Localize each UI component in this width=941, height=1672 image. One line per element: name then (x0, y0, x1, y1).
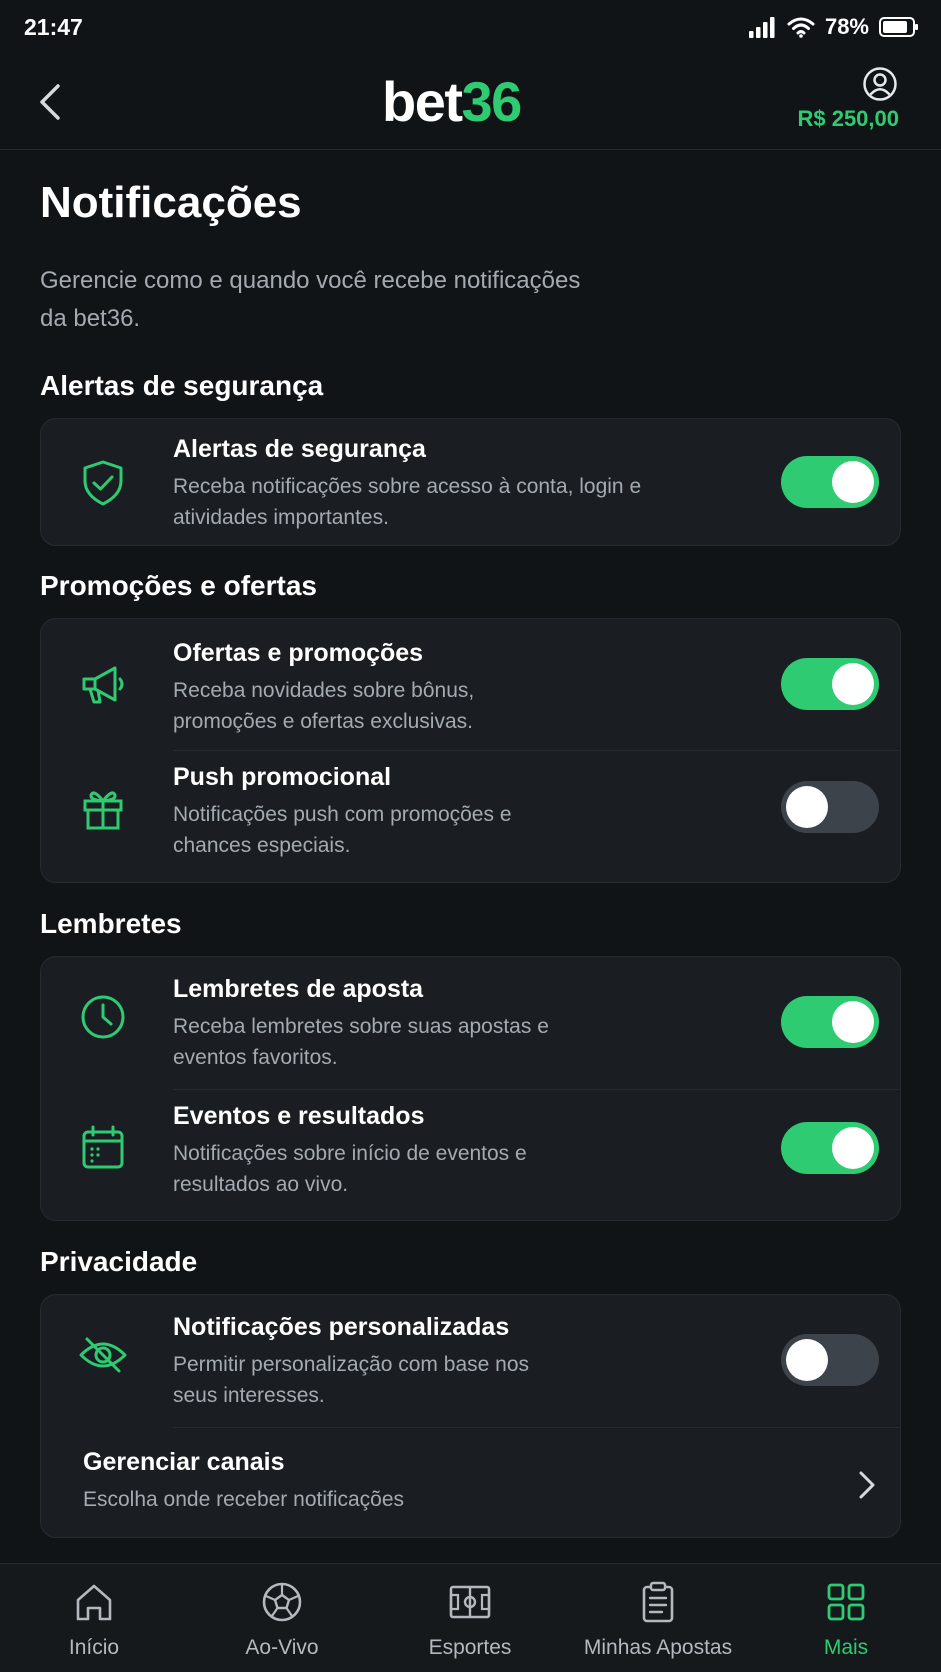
toggle-knob (832, 663, 874, 705)
shield-check-icon (83, 460, 123, 506)
status-indicators: 78% (748, 14, 919, 40)
promotions-card: Ofertas e promoções Receba novidades sob… (40, 618, 901, 883)
toggle-knob (786, 786, 828, 828)
nav-label: Minhas Apostas (583, 1636, 733, 1659)
events-results-toggle[interactable] (781, 1122, 879, 1174)
setting-description: Receba novidades sobre bônus, promoções … (173, 679, 475, 733)
nav-item-esportes[interactable]: Esportes (376, 1564, 564, 1672)
page-title: Notificações (40, 178, 302, 227)
battery-icon (879, 17, 918, 37)
setting-row-bet-reminders: Lembretes de aposta Receba lembretes sob… (41, 957, 902, 1089)
offers-toggle[interactable] (781, 658, 879, 710)
privacy-card: Notificações personalizadas Permitir per… (40, 1294, 901, 1538)
account-balance[interactable]: R$ 250,00 (797, 106, 899, 132)
manage-channels-title: Gerenciar canais (83, 1448, 285, 1476)
app-header: bet36 R$ 250,00 (0, 56, 941, 150)
setting-description: Permitir personalização com base nos seu… (173, 1353, 529, 1407)
setting-row-push-promo: Push promocional Notificações push com p… (41, 751, 902, 883)
nav-label: Ao-Vivo (245, 1636, 319, 1659)
setting-title: Eventos e resultados (173, 1102, 425, 1130)
nav-item-mais[interactable]: Mais (752, 1564, 940, 1672)
setting-row-personalized: Notificações personalizadas Permitir per… (41, 1295, 902, 1427)
home-icon (76, 1584, 112, 1621)
chevron-right-icon (859, 1471, 875, 1499)
toggle-knob (832, 1001, 874, 1043)
section-title-security: Alertas de segurança (40, 370, 324, 401)
grid-icon (827, 1583, 865, 1621)
security-alerts-toggle[interactable] (781, 456, 879, 508)
field-icon (449, 1585, 491, 1619)
clock-icon (81, 995, 125, 1039)
personalized-toggle[interactable] (781, 1334, 879, 1386)
battery-percent: 78% (824, 14, 869, 39)
push-promo-toggle[interactable] (781, 781, 879, 833)
status-time: 21:47 (24, 14, 83, 40)
nav-label: Mais (823, 1636, 869, 1659)
calendar-icon (82, 1125, 124, 1169)
profile-icon[interactable] (862, 66, 898, 102)
reminders-card: Lembretes de aposta Receba lembretes sob… (40, 956, 901, 1221)
status-bar: 21:47 78% (0, 0, 941, 56)
nav-label: Início (68, 1636, 120, 1659)
bet36-logo: bet36 (382, 70, 523, 134)
manage-channels-description: Escolha onde receber notificações (83, 1488, 405, 1511)
setting-row-offers: Ofertas e promoções Receba novidades sob… (41, 619, 902, 750)
nav-item-ao-vivo[interactable]: Ao-Vivo (188, 1564, 376, 1672)
manage-channels-row[interactable]: Gerenciar canais Escolha onde receber no… (41, 1428, 902, 1538)
bet-reminders-toggle[interactable] (781, 996, 879, 1048)
setting-description: Notificações sobre início de eventos e r… (173, 1142, 527, 1196)
signal-icon (748, 17, 775, 38)
logo-text-white: bet (382, 70, 463, 133)
wifi-icon (787, 17, 815, 38)
setting-title: Notificações personalizadas (173, 1313, 510, 1341)
section-title-promotions: Promoções e ofertas (40, 570, 317, 601)
nav-label: Esportes (428, 1636, 512, 1659)
toggle-knob (832, 461, 874, 503)
eye-off-icon (79, 1337, 127, 1373)
setting-description: Receba lembretes sobre suas apostas e ev… (173, 1015, 549, 1069)
toggle-knob (832, 1127, 874, 1169)
setting-title: Alertas de segurança (173, 435, 426, 463)
setting-title: Push promocional (173, 763, 392, 791)
setting-row-events-results: Eventos e resultados Notificações sobre … (41, 1090, 902, 1222)
setting-description: Notificações push com promoções e chance… (173, 803, 512, 857)
bottom-nav: Início Ao-Vivo Esportes Minhas Apostas M… (0, 1563, 941, 1672)
nav-item-minhas-apostas[interactable]: Minhas Apostas (564, 1564, 752, 1672)
notifications-screen: 21:47 78% bet36 R$ 250,00 Notificações G… (0, 0, 941, 1672)
toggle-knob (786, 1339, 828, 1381)
setting-row-security-alerts: Alertas de segurança Receba notificações… (41, 419, 902, 547)
megaphone-icon (82, 666, 124, 704)
setting-title: Ofertas e promoções (173, 639, 424, 667)
section-title-reminders: Lembretes (40, 908, 182, 939)
back-button[interactable] (34, 80, 70, 124)
nav-item-inicio[interactable]: Início (0, 1564, 188, 1672)
security-card: Alertas de segurança Receba notificações… (40, 418, 901, 546)
clipboard-icon (642, 1581, 674, 1623)
logo-text-green: 36 (461, 70, 523, 133)
gift-icon (83, 791, 123, 830)
soccer-ball-icon (262, 1582, 302, 1622)
setting-description: Receba notificações sobre acesso à conta… (173, 475, 642, 529)
setting-title: Lembretes de aposta (173, 975, 424, 1003)
section-title-privacy: Privacidade (40, 1246, 198, 1277)
page-subtitle: Gerencie como e quando você recebe notif… (40, 267, 581, 332)
